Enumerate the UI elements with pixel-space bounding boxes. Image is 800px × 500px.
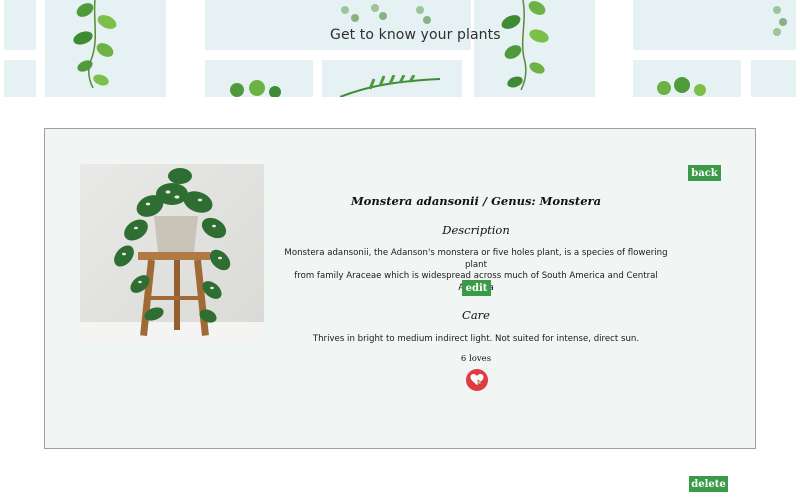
delete-button[interactable]: delete xyxy=(689,476,728,492)
leafy-branch-icon xyxy=(657,77,706,96)
header-banner: Get to know your plants xyxy=(0,0,800,97)
banner-tile xyxy=(4,0,36,50)
plant-photo xyxy=(80,164,264,343)
monstera-plant-image xyxy=(80,164,264,343)
heart-hand-icon xyxy=(470,374,484,385)
description-line: Monstera adansonii, the Adanson's monste… xyxy=(284,248,668,270)
banner-title: Get to know your plants xyxy=(330,27,501,43)
hanging-vine-icon xyxy=(73,0,117,89)
loves-count: 6 loves xyxy=(460,354,492,364)
description-heading: Description xyxy=(442,223,510,237)
plant-detail-card: back Monstera adansonii / Genus: Monster… xyxy=(44,128,756,449)
banner-tile xyxy=(4,60,36,97)
back-button[interactable]: back xyxy=(688,165,721,181)
love-button[interactable] xyxy=(466,369,488,391)
hanging-vine-icon xyxy=(501,0,549,90)
care-text: Thrives in bright to medium indirect lig… xyxy=(312,334,640,344)
care-heading: Care xyxy=(462,308,490,322)
edit-button[interactable]: edit xyxy=(462,280,491,296)
banner-tile xyxy=(751,60,796,97)
eucalyptus-sprig-icon xyxy=(773,6,787,36)
fern-leaf-icon xyxy=(340,75,440,97)
leafy-branch-icon xyxy=(230,80,281,97)
eucalyptus-sprig-icon xyxy=(341,4,431,24)
plant-title: Monstera adansonii / Genus: Monstera xyxy=(350,194,602,208)
